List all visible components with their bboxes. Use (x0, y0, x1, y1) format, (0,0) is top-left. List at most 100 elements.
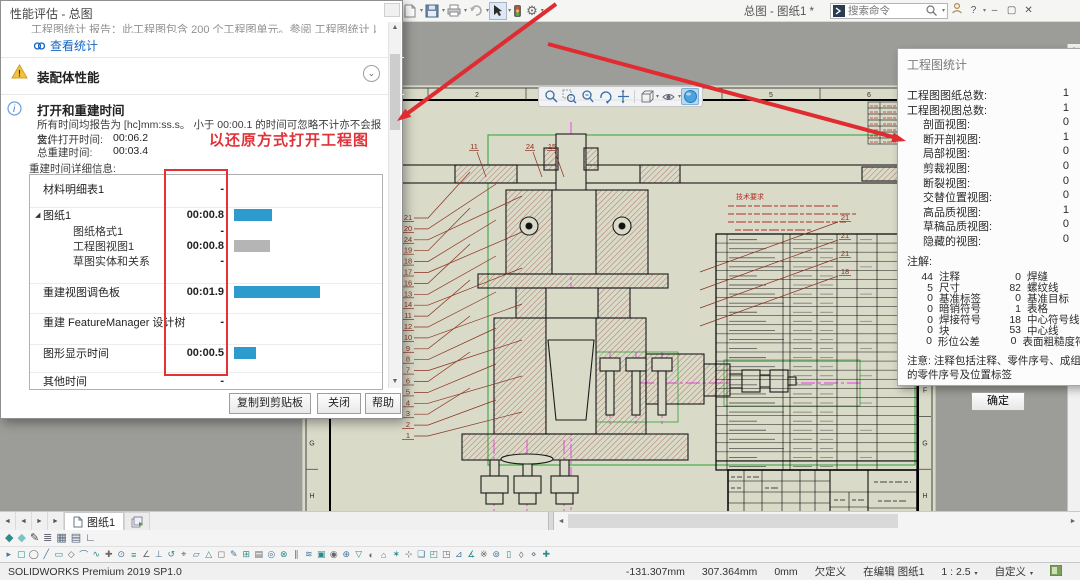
hide-show-items-icon[interactable] (659, 88, 677, 105)
chevron-down-icon[interactable]: ▾ (541, 7, 544, 14)
scroll-track[interactable] (898, 512, 1066, 530)
tab-sheet1[interactable]: 图纸1 (64, 512, 124, 530)
sketch-tool-icon[interactable]: ≋ (303, 549, 315, 560)
close-button[interactable]: 关闭 (317, 393, 361, 414)
sketch-tool-icon[interactable]: ◰ (428, 549, 440, 560)
sketch-tool-icon[interactable]: ⌒ (78, 548, 90, 561)
horizontal-scroll-thumb[interactable] (568, 514, 898, 528)
close-dialog-button[interactable] (384, 3, 400, 17)
sketch-tool-icon[interactable]: ↺ (166, 549, 178, 560)
view-statistics-link[interactable]: 查看统计 (33, 37, 98, 54)
scroll-down-icon[interactable]: ▼ (389, 376, 401, 388)
sheet-scale[interactable]: 1 : 2.5 ▾ (941, 566, 977, 578)
sketch-tool-icon[interactable]: ⊚ (491, 549, 503, 560)
sketch-tool-icon[interactable]: ✚ (541, 549, 553, 560)
sketch-tool-icon[interactable]: ▭ (53, 549, 65, 560)
format-tool-icon[interactable]: ◆ (5, 531, 13, 545)
sketch-tool-icon[interactable]: ▢ (16, 549, 28, 560)
sketch-tool-icon[interactable]: ◇ (66, 549, 78, 560)
sketch-tool-icon[interactable]: ▯ (503, 549, 515, 560)
sketch-tool-icon[interactable]: ✚ (103, 549, 115, 560)
search-input[interactable] (848, 5, 922, 17)
format-tool-icon[interactable]: ◆ (17, 531, 25, 545)
sketch-tool-icon[interactable]: ▤ (253, 549, 265, 560)
sketch-tool-icon[interactable]: ⊞ (241, 549, 253, 560)
sketch-tool-icon[interactable]: ▱ (191, 549, 203, 560)
sketch-tool-icon[interactable]: ◳ (441, 549, 453, 560)
sketch-tool-icon[interactable]: ∥ (291, 549, 303, 560)
sketch-tool-icon[interactable]: ⊥ (153, 549, 165, 560)
restore-button[interactable]: ▢ (1003, 2, 1020, 20)
dialog-scrollbar[interactable]: ▲ ▼ (388, 22, 401, 388)
search-box[interactable]: ▾ (830, 3, 948, 19)
rotate-view-icon[interactable] (596, 88, 614, 105)
sketch-tool-icon[interactable]: ◊ (516, 550, 528, 560)
sketch-tool-icon[interactable]: ╱ (41, 549, 53, 560)
sketch-tool-icon[interactable]: ⊙ (116, 549, 128, 560)
copy-to-clipboard-button[interactable]: 复制到剪贴板 (229, 393, 311, 414)
sketch-tool-icon[interactable]: ⌂ (378, 550, 390, 560)
minimize-button[interactable]: – (986, 2, 1003, 20)
search-icon[interactable] (925, 4, 938, 17)
tab-nav-last[interactable]: ► (48, 512, 64, 530)
sketch-tool-icon[interactable]: ✶ (391, 549, 403, 560)
zoom-area-icon[interactable] (560, 88, 578, 105)
scroll-up-icon[interactable]: ▲ (389, 22, 401, 34)
sketch-tool-icon[interactable]: ∡ (466, 549, 478, 560)
tab-nav-first[interactable]: ◄ (0, 512, 16, 530)
display-style-icon[interactable] (637, 88, 655, 105)
scroll-left-icon[interactable]: ◄ (554, 512, 568, 530)
help-button[interactable]: ? (965, 2, 982, 20)
sketch-tool-icon[interactable]: ≡ (128, 550, 140, 560)
sketch-tool-icon[interactable]: ▣ (316, 549, 328, 560)
rebuild-traffic-light-icon[interactable] (511, 2, 524, 20)
sketch-tool-icon[interactable]: ◻ (216, 549, 228, 560)
expander-icon[interactable]: ◢ (30, 211, 43, 219)
config-selector[interactable]: 自定义 ▾ (995, 564, 1033, 579)
new-document-icon[interactable] (402, 2, 419, 20)
save-icon[interactable] (423, 2, 441, 20)
zoom-in-out-icon[interactable] (578, 88, 596, 105)
help-button[interactable]: 帮助 (365, 393, 401, 414)
sketch-tool-icon[interactable]: ▸ (3, 549, 15, 560)
collapse-chevron-icon[interactable]: ⌄ (363, 65, 380, 82)
ok-button[interactable]: 确定 (971, 392, 1025, 411)
format-tool-icon[interactable]: ▦ (56, 531, 66, 545)
chevron-down-icon[interactable]: ▾ (942, 7, 945, 14)
sketch-tool-icon[interactable]: ※ (478, 549, 490, 560)
sketch-tool-icon[interactable]: ⌖ (178, 549, 190, 560)
sketch-tool-icon[interactable]: △ (203, 549, 215, 560)
sketch-tool-icon[interactable]: ▽ (353, 549, 365, 560)
sketch-tool-icon[interactable]: ⊗ (278, 549, 290, 560)
sketch-tool-icon[interactable]: ◉ (328, 549, 340, 560)
pan-icon[interactable] (614, 88, 632, 105)
format-tool-icon[interactable]: ∟ (85, 531, 96, 545)
sketch-tool-icon[interactable]: ⊕ (341, 549, 353, 560)
display-pane-icon[interactable] (1050, 565, 1062, 579)
horizontal-scrollbar[interactable]: ◄ ► (554, 512, 1080, 530)
tab-nav-prev[interactable]: ◄ (16, 512, 32, 530)
sketch-tool-icon[interactable]: ∿ (91, 549, 103, 560)
sketch-tool-icon[interactable]: ❏ (416, 549, 428, 560)
close-button[interactable]: ✕ (1020, 2, 1037, 20)
view-settings-sphere-icon[interactable] (681, 88, 699, 105)
sketch-tool-icon[interactable]: ◎ (266, 549, 278, 560)
scroll-right-icon[interactable]: ► (1066, 512, 1080, 530)
sketch-tool-icon[interactable]: ◐ (366, 550, 378, 560)
sketch-tool-icon[interactable]: ∠ (141, 549, 153, 560)
link-label[interactable]: 查看统计 (50, 37, 98, 54)
tab-nav-next[interactable]: ► (32, 512, 48, 530)
sketch-tool-icon[interactable]: ◯ (28, 549, 40, 560)
sketch-tool-icon[interactable]: ✎ (228, 549, 240, 560)
format-tool-icon[interactable]: ▤ (71, 531, 81, 545)
login-user-icon[interactable] (948, 2, 965, 20)
dialog-scroll-thumb[interactable] (390, 54, 400, 130)
sketch-tool-icon[interactable]: ⋄ (528, 549, 540, 560)
select-tool-icon[interactable] (489, 2, 507, 20)
print-icon[interactable] (445, 2, 463, 20)
format-tool-icon[interactable]: ≣ (43, 531, 52, 545)
zoom-fit-icon[interactable] (542, 88, 560, 105)
format-tool-icon[interactable]: ✎ (30, 531, 39, 545)
add-sheet-tab[interactable] (124, 512, 150, 530)
options-gear-icon[interactable]: ⚙ (524, 2, 540, 20)
